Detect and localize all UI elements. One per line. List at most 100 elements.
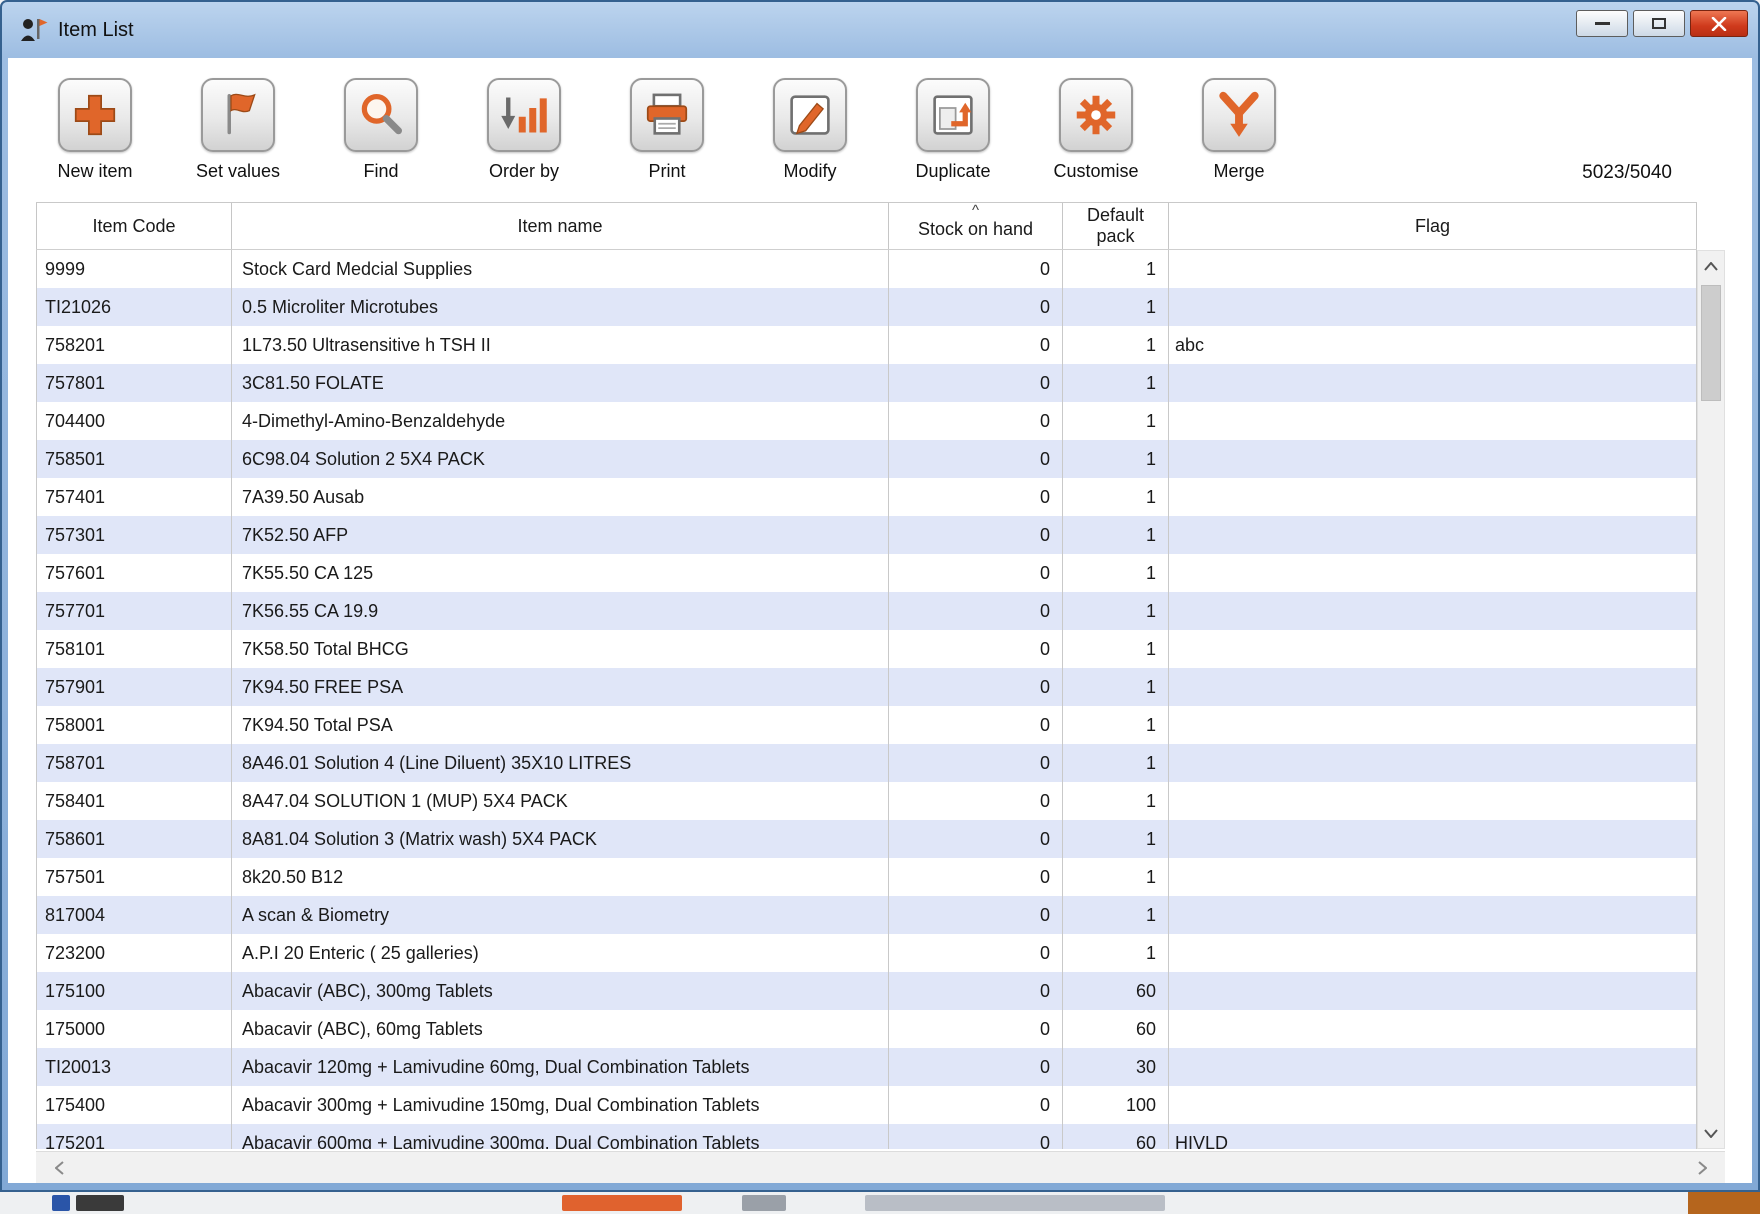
title-bar[interactable]: Item List bbox=[2, 2, 1758, 58]
table-row[interactable]: TI20013 Abacavir 120mg + Lamivudine 60mg… bbox=[36, 1048, 1697, 1086]
table-row[interactable]: 757901 7K94.50 FREE PSA 0 1 bbox=[36, 668, 1697, 706]
toolbar-label: New item bbox=[57, 161, 132, 182]
cell-default-pack: 1 bbox=[1063, 326, 1169, 364]
cell-stock-on-hand: 0 bbox=[889, 934, 1063, 972]
table-row[interactable]: 9999 Stock Card Medcial Supplies 0 1 bbox=[36, 250, 1697, 288]
table-row[interactable]: 758201 1L73.50 Ultrasensitive h TSH II 0… bbox=[36, 326, 1697, 364]
cell-stock-on-hand: 0 bbox=[889, 402, 1063, 440]
flag-icon bbox=[201, 78, 275, 152]
cell-flag bbox=[1169, 478, 1697, 516]
print-button[interactable]: Print bbox=[602, 78, 732, 182]
printer-icon bbox=[630, 78, 704, 152]
cell-default-pack: 60 bbox=[1063, 1124, 1169, 1149]
minimize-button[interactable] bbox=[1576, 10, 1628, 37]
merge-icon bbox=[1202, 78, 1276, 152]
cell-default-pack: 30 bbox=[1063, 1048, 1169, 1086]
cell-item-code: 175400 bbox=[36, 1086, 232, 1124]
cell-default-pack: 1 bbox=[1063, 402, 1169, 440]
table-row[interactable]: 757301 7K52.50 AFP 0 1 bbox=[36, 516, 1697, 554]
maximize-button[interactable] bbox=[1633, 10, 1685, 37]
new-item-button[interactable]: New item bbox=[30, 78, 160, 182]
modify-button[interactable]: Modify bbox=[745, 78, 875, 182]
toolbar-label: Print bbox=[648, 161, 685, 182]
cell-item-name: Abacavir (ABC), 300mg Tablets bbox=[232, 972, 889, 1010]
cell-stock-on-hand: 0 bbox=[889, 478, 1063, 516]
table-row[interactable]: 758701 8A46.01 Solution 4 (Line Diluent)… bbox=[36, 744, 1697, 782]
customise-button[interactable]: Customise bbox=[1031, 78, 1161, 182]
table-row[interactable]: TI21026 0.5 Microliter Microtubes 0 1 bbox=[36, 288, 1697, 326]
cell-item-code: 9999 bbox=[36, 250, 232, 288]
toolbar-label: Modify bbox=[783, 161, 836, 182]
cell-item-code: 175201 bbox=[36, 1124, 232, 1149]
table-row[interactable]: 175400 Abacavir 300mg + Lamivudine 150mg… bbox=[36, 1086, 1697, 1124]
minimize-icon bbox=[1595, 22, 1610, 25]
column-header-item-name[interactable]: Item name bbox=[232, 203, 889, 249]
item-list-window: Item List bbox=[0, 0, 1760, 1192]
table-row[interactable]: 175000 Abacavir (ABC), 60mg Tablets 0 60 bbox=[36, 1010, 1697, 1048]
cell-default-pack: 60 bbox=[1063, 1010, 1169, 1048]
table-row[interactable]: 817004 A scan & Biometry 0 1 bbox=[36, 896, 1697, 934]
cell-item-code: 704400 bbox=[36, 402, 232, 440]
table-row[interactable]: 758001 7K94.50 Total PSA 0 1 bbox=[36, 706, 1697, 744]
cell-stock-on-hand: 0 bbox=[889, 706, 1063, 744]
cell-flag bbox=[1169, 706, 1697, 744]
table-row[interactable]: 758401 8A47.04 SOLUTION 1 (MUP) 5X4 PACK… bbox=[36, 782, 1697, 820]
cell-stock-on-hand: 0 bbox=[889, 1010, 1063, 1048]
table-row[interactable]: 758101 7K58.50 Total BHCG 0 1 bbox=[36, 630, 1697, 668]
cell-item-code: 757701 bbox=[36, 592, 232, 630]
order-by-button[interactable]: Order by bbox=[459, 78, 589, 182]
table-row[interactable]: 723200 A.P.I 20 Enteric ( 25 galleries) … bbox=[36, 934, 1697, 972]
cell-item-code: 758401 bbox=[36, 782, 232, 820]
table-row[interactable]: 757501 8k20.50 B12 0 1 bbox=[36, 858, 1697, 896]
chevron-right-icon bbox=[1698, 1161, 1707, 1175]
cell-default-pack: 1 bbox=[1063, 668, 1169, 706]
toolbar-label: Set values bbox=[196, 161, 280, 182]
cell-flag bbox=[1169, 592, 1697, 630]
close-button[interactable] bbox=[1690, 10, 1748, 37]
cell-stock-on-hand: 0 bbox=[889, 364, 1063, 402]
vertical-scroll-thumb[interactable] bbox=[1701, 285, 1721, 401]
table-row[interactable]: 757801 3C81.50 FOLATE 0 1 bbox=[36, 364, 1697, 402]
table-row[interactable]: 757701 7K56.55 CA 19.9 0 1 bbox=[36, 592, 1697, 630]
cell-flag bbox=[1169, 668, 1697, 706]
table-row[interactable]: 704400 4-Dimethyl-Amino-Benzaldehyde 0 1 bbox=[36, 402, 1697, 440]
scroll-down-button[interactable] bbox=[1698, 1120, 1724, 1146]
horizontal-scrollbar[interactable] bbox=[36, 1151, 1725, 1183]
column-header-default-pack[interactable]: Default pack bbox=[1063, 203, 1169, 249]
chevron-up-icon bbox=[1704, 262, 1718, 271]
find-button[interactable]: Find bbox=[316, 78, 446, 182]
cell-item-code: 757301 bbox=[36, 516, 232, 554]
table-row[interactable]: 757601 7K55.50 CA 125 0 1 bbox=[36, 554, 1697, 592]
toolbar-label: Order by bbox=[489, 161, 559, 182]
duplicate-button[interactable]: Duplicate bbox=[888, 78, 1018, 182]
cell-item-code: 758701 bbox=[36, 744, 232, 782]
scroll-right-button[interactable] bbox=[1687, 1152, 1717, 1184]
table-row[interactable]: 175201 Abacavir 600mg + Lamivudine 300mg… bbox=[36, 1124, 1697, 1149]
scroll-left-button[interactable] bbox=[44, 1152, 74, 1184]
column-header-stock-on-hand[interactable]: ^ Stock on hand bbox=[889, 203, 1063, 249]
cell-item-code: TI21026 bbox=[36, 288, 232, 326]
scroll-up-button[interactable] bbox=[1698, 253, 1724, 279]
vertical-scrollbar[interactable] bbox=[1697, 250, 1725, 1149]
cell-item-name: 8A81.04 Solution 3 (Matrix wash) 5X4 PAC… bbox=[232, 820, 889, 858]
table-row[interactable]: 757401 7A39.50 Ausab 0 1 bbox=[36, 478, 1697, 516]
cell-item-name: 4-Dimethyl-Amino-Benzaldehyde bbox=[232, 402, 889, 440]
cell-stock-on-hand: 0 bbox=[889, 744, 1063, 782]
cell-flag bbox=[1169, 744, 1697, 782]
plus-icon bbox=[58, 78, 132, 152]
cell-flag bbox=[1169, 364, 1697, 402]
table-row[interactable]: 175100 Abacavir (ABC), 300mg Tablets 0 6… bbox=[36, 972, 1697, 1010]
cell-item-code: 757801 bbox=[36, 364, 232, 402]
table-row[interactable]: 758501 6C98.04 Solution 2 5X4 PACK 0 1 bbox=[36, 440, 1697, 478]
table-row[interactable]: 758601 8A81.04 Solution 3 (Matrix wash) … bbox=[36, 820, 1697, 858]
merge-button[interactable]: Merge bbox=[1174, 78, 1304, 182]
cell-default-pack: 100 bbox=[1063, 1086, 1169, 1124]
column-header-flag[interactable]: Flag bbox=[1169, 203, 1697, 249]
cell-item-code: 757601 bbox=[36, 554, 232, 592]
set-values-button[interactable]: Set values bbox=[173, 78, 303, 182]
cell-item-code: 757501 bbox=[36, 858, 232, 896]
maximize-icon bbox=[1652, 18, 1666, 29]
cell-item-name: Stock Card Medcial Supplies bbox=[232, 250, 889, 288]
column-header-item-code[interactable]: Item Code bbox=[36, 203, 232, 249]
cell-default-pack: 1 bbox=[1063, 478, 1169, 516]
